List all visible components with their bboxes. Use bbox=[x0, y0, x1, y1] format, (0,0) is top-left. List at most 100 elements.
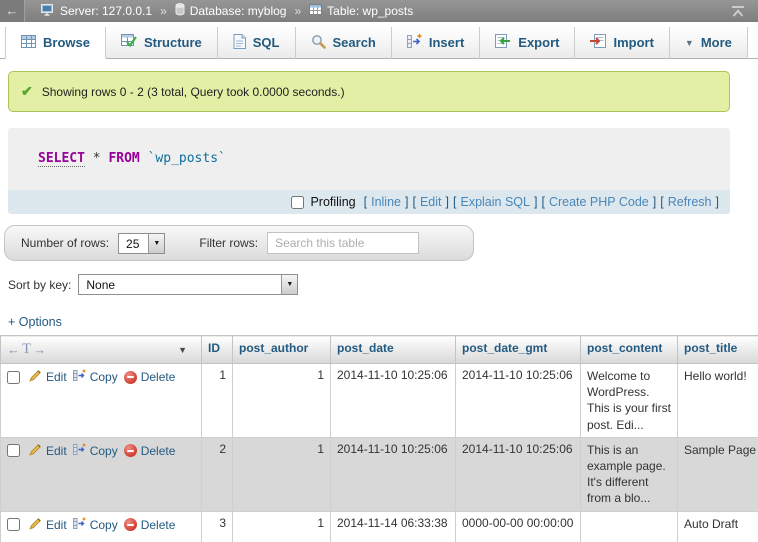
breadcrumb-database[interactable]: Database: myblog bbox=[175, 3, 287, 19]
column-header-post-date[interactable]: post_date bbox=[331, 336, 456, 364]
row-copy-link[interactable]: Copy bbox=[73, 369, 118, 385]
cell-post-content[interactable] bbox=[581, 511, 678, 542]
back-button[interactable]: ← bbox=[0, 0, 25, 22]
success-message: ✔ Showing rows 0 - 2 (3 total, Query too… bbox=[8, 71, 730, 112]
cell-id[interactable]: 2 bbox=[202, 437, 233, 511]
inline-link[interactable]: Inline bbox=[371, 195, 401, 209]
delete-icon bbox=[124, 371, 137, 384]
delete-icon bbox=[124, 518, 137, 531]
column-header-post-author[interactable]: post_author bbox=[233, 336, 331, 364]
row-edit-label: Edit bbox=[46, 518, 67, 532]
cell-post-title[interactable]: Hello world! bbox=[678, 364, 758, 438]
sql-star: * bbox=[93, 151, 101, 166]
results-table: ← T → ▼ ID post_author post_date post_da… bbox=[0, 335, 758, 542]
table-row: Edit Copy Delete 1 1 2014-11-10 1 bbox=[1, 364, 758, 438]
cell-post-date-gmt[interactable]: 0000-00-00 00:00:00 bbox=[456, 511, 581, 542]
row-delete-link[interactable]: Delete bbox=[124, 444, 176, 458]
row-select-checkbox[interactable] bbox=[7, 444, 20, 457]
create-php-code-link[interactable]: Create PHP Code bbox=[549, 195, 649, 209]
cell-post-content[interactable]: This is an example page. It's different … bbox=[581, 437, 678, 511]
sql-query-box: SELECT * FROM `wp_posts` Profiling [ Inl… bbox=[8, 128, 730, 214]
number-of-rows-select[interactable]: 25 ▼ bbox=[118, 233, 165, 254]
tab-import[interactable]: Import bbox=[575, 27, 669, 59]
cell-post-author[interactable]: 1 bbox=[233, 511, 331, 542]
filter-rows-input[interactable] bbox=[267, 232, 419, 254]
cell-text: Auto Draft bbox=[684, 516, 758, 532]
column-header-post-content[interactable]: post_content bbox=[581, 336, 678, 364]
row-copy-link[interactable]: Copy bbox=[73, 443, 118, 459]
cell-post-date[interactable]: 2014-11-14 06:33:38 bbox=[331, 511, 456, 542]
refresh-link[interactable]: Refresh bbox=[668, 195, 712, 209]
row-copy-label: Copy bbox=[90, 370, 118, 384]
cell-post-author[interactable]: 1 bbox=[233, 364, 331, 438]
transpose-icon: T bbox=[22, 341, 31, 358]
cell-post-date-gmt[interactable]: 2014-11-10 10:25:06 bbox=[456, 437, 581, 511]
import-icon bbox=[590, 34, 606, 51]
tab-structure[interactable]: Structure bbox=[106, 27, 218, 59]
query-toolbar: Profiling [ Inline ] [ Edit ] [ Explain … bbox=[8, 190, 730, 214]
number-of-rows-value: 25 bbox=[119, 234, 148, 253]
row-actions: Edit Copy Delete bbox=[7, 442, 195, 459]
tab-label: Browse bbox=[43, 35, 90, 50]
column-header-post-title[interactable]: post_title bbox=[678, 336, 758, 364]
row-delete-link[interactable]: Delete bbox=[124, 370, 176, 384]
row-edit-link[interactable]: Edit bbox=[29, 443, 67, 459]
row-actions: Edit Copy Delete bbox=[7, 516, 195, 533]
column-order-controls[interactable]: ← T → ▼ bbox=[7, 341, 195, 358]
row-select-checkbox[interactable] bbox=[7, 518, 20, 531]
cell-text: Hello world! bbox=[684, 368, 758, 384]
sort-row: Sort by key: None ▼ bbox=[8, 274, 758, 295]
cell-id[interactable]: 1 bbox=[202, 364, 233, 438]
sql-keyword-select: SELECT bbox=[38, 151, 85, 167]
profiling-checkbox[interactable] bbox=[291, 196, 304, 209]
results-controls-bar: Number of rows: 25 ▼ Filter rows: bbox=[4, 225, 474, 261]
cell-text: This is an example page. It's different … bbox=[587, 442, 671, 507]
database-icon bbox=[175, 3, 185, 19]
cell-post-content[interactable]: Welcome to WordPress. This is your first… bbox=[581, 364, 678, 438]
tab-sql[interactable]: SQL bbox=[218, 27, 296, 59]
cell-post-title[interactable]: Sample Page bbox=[678, 437, 758, 511]
export-icon bbox=[495, 34, 511, 51]
row-copy-label: Copy bbox=[90, 444, 118, 458]
row-delete-link[interactable]: Delete bbox=[124, 518, 176, 532]
edit-query-link[interactable]: Edit bbox=[420, 195, 442, 209]
actions-dropdown-icon[interactable]: ▼ bbox=[178, 345, 187, 355]
cell-id[interactable]: 3 bbox=[202, 511, 233, 542]
filter-rows-label: Filter rows: bbox=[199, 236, 258, 250]
explain-sql-link[interactable]: Explain SQL bbox=[460, 195, 529, 209]
sort-by-key-select[interactable]: None ▼ bbox=[78, 274, 298, 295]
cell-post-date[interactable]: 2014-11-10 10:25:06 bbox=[331, 364, 456, 438]
row-edit-link[interactable]: Edit bbox=[29, 369, 67, 385]
options-toggle-link[interactable]: + Options bbox=[8, 315, 62, 329]
row-select-checkbox[interactable] bbox=[7, 371, 20, 384]
tab-insert[interactable]: Insert bbox=[392, 27, 480, 59]
bracket: ] bbox=[446, 195, 449, 209]
cell-post-author[interactable]: 1 bbox=[233, 437, 331, 511]
column-header-post-date-gmt[interactable]: post_date_gmt bbox=[456, 336, 581, 364]
table-icon bbox=[309, 4, 322, 18]
tab-export[interactable]: Export bbox=[480, 27, 575, 59]
sql-identifier: `wp_posts` bbox=[148, 151, 226, 166]
pencil-icon bbox=[29, 517, 42, 533]
breadcrumb-server[interactable]: Server: 127.0.0.1 bbox=[41, 4, 152, 19]
bracket: [ bbox=[364, 195, 367, 209]
tab-search[interactable]: Search bbox=[296, 27, 392, 59]
cell-post-date-gmt[interactable]: 2014-11-10 10:25:06 bbox=[456, 364, 581, 438]
cell-post-date[interactable]: 2014-11-10 10:25:06 bbox=[331, 437, 456, 511]
cell-post-title[interactable]: Auto Draft bbox=[678, 511, 758, 542]
breadcrumb-table[interactable]: Table: wp_posts bbox=[309, 4, 413, 18]
tab-more[interactable]: ▼ More bbox=[670, 27, 748, 59]
collapse-icon[interactable] bbox=[730, 5, 746, 18]
bracket: [ bbox=[541, 195, 544, 209]
tab-browse[interactable]: Browse bbox=[5, 27, 106, 59]
row-edit-label: Edit bbox=[46, 370, 67, 384]
pencil-icon bbox=[29, 369, 42, 385]
row-copy-link[interactable]: Copy bbox=[73, 517, 118, 533]
dropdown-arrow-icon: ▼ bbox=[148, 234, 164, 253]
right-arrow-icon: → bbox=[33, 342, 46, 357]
tab-bar: Browse Structure SQL Search Insert Expor… bbox=[0, 22, 758, 59]
column-header-id[interactable]: ID bbox=[202, 336, 233, 364]
structure-icon bbox=[121, 34, 137, 51]
tab-label: Insert bbox=[429, 35, 464, 50]
row-edit-link[interactable]: Edit bbox=[29, 517, 67, 533]
